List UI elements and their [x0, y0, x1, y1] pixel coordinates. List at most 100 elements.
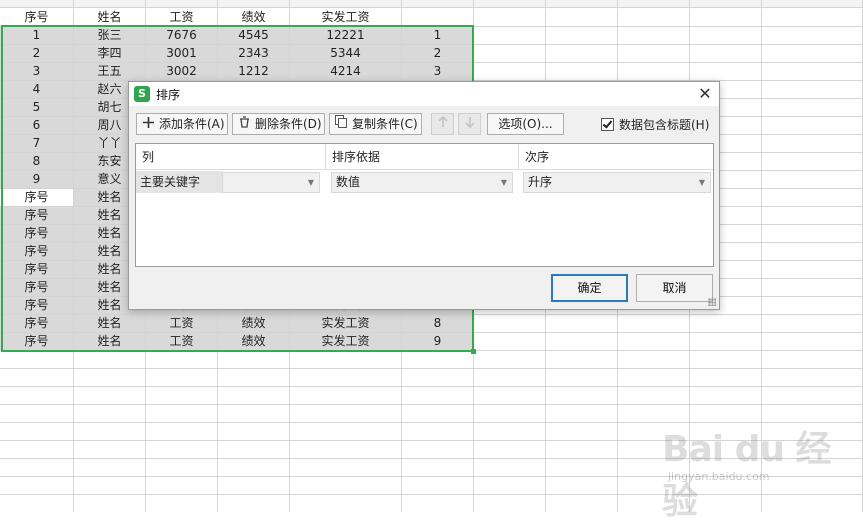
sheet-cell[interactable]: [618, 63, 690, 81]
column-header-strip[interactable]: [618, 0, 690, 8]
sheet-cell[interactable]: [474, 459, 546, 477]
ok-button[interactable]: 确定: [551, 274, 628, 302]
sheet-cell[interactable]: [546, 45, 618, 63]
sheet-cell[interactable]: 序号: [0, 189, 74, 207]
sheet-cell[interactable]: 3001: [146, 45, 218, 63]
sheet-cell[interactable]: [762, 297, 863, 315]
sheet-cell[interactable]: 序号: [0, 9, 74, 27]
sheet-cell[interactable]: [762, 405, 863, 423]
sheet-cell[interactable]: [0, 369, 74, 387]
column-header-strip[interactable]: [218, 0, 290, 8]
sheet-cell[interactable]: [218, 477, 290, 495]
sheet-cell[interactable]: [762, 189, 863, 207]
sheet-cell[interactable]: [762, 225, 863, 243]
sheet-cell[interactable]: [762, 243, 863, 261]
sheet-cell[interactable]: 工资: [146, 9, 218, 27]
header-checkbox-wrap[interactable]: 数据包含标题(H): [601, 116, 709, 133]
sheet-cell[interactable]: 2: [0, 45, 74, 63]
sheet-cell[interactable]: [690, 351, 762, 369]
sheet-cell[interactable]: 序号: [0, 243, 74, 261]
sheet-cell[interactable]: [690, 369, 762, 387]
sheet-cell[interactable]: [74, 351, 146, 369]
sheet-cell[interactable]: [218, 459, 290, 477]
sheet-cell[interactable]: [546, 477, 618, 495]
sheet-cell[interactable]: 6: [0, 117, 74, 135]
sheet-cell[interactable]: [218, 441, 290, 459]
sheet-cell[interactable]: [762, 153, 863, 171]
sheet-cell[interactable]: [762, 117, 863, 135]
sheet-cell[interactable]: [402, 495, 474, 512]
sheet-cell[interactable]: [618, 387, 690, 405]
sheet-cell[interactable]: [146, 459, 218, 477]
sheet-cell[interactable]: 4: [0, 81, 74, 99]
sheet-cell[interactable]: [690, 27, 762, 45]
sheet-cell[interactable]: [762, 171, 863, 189]
sheet-cell[interactable]: [690, 387, 762, 405]
sheet-cell[interactable]: [762, 477, 863, 495]
column-header-strip[interactable]: [474, 0, 546, 8]
sheet-cell[interactable]: 实发工资: [290, 333, 402, 351]
sheet-cell[interactable]: 序号: [0, 333, 74, 351]
sheet-cell[interactable]: 姓名: [74, 315, 146, 333]
sheet-cell[interactable]: [618, 369, 690, 387]
sheet-cell[interactable]: 7676: [146, 27, 218, 45]
sheet-cell[interactable]: [762, 315, 863, 333]
sheet-cell[interactable]: [474, 477, 546, 495]
sheet-cell[interactable]: [0, 495, 74, 512]
sheet-cell[interactable]: [546, 27, 618, 45]
sheet-cell[interactable]: [474, 9, 546, 27]
sheet-cell[interactable]: 序号: [0, 297, 74, 315]
sheet-cell[interactable]: [618, 315, 690, 333]
sheet-cell[interactable]: 7: [0, 135, 74, 153]
fill-handle[interactable]: [471, 349, 476, 354]
sheet-cell[interactable]: [618, 441, 690, 459]
sheet-cell[interactable]: 3: [0, 63, 74, 81]
sheet-cell[interactable]: [762, 459, 863, 477]
sheet-cell[interactable]: [690, 459, 762, 477]
sheet-cell[interactable]: [474, 27, 546, 45]
sheet-cell[interactable]: 序号: [0, 315, 74, 333]
sheet-cell[interactable]: 实发工资: [290, 9, 402, 27]
sheet-cell[interactable]: [146, 477, 218, 495]
sheet-cell[interactable]: 张三: [74, 27, 146, 45]
sheet-cell[interactable]: [690, 63, 762, 81]
sheet-cell[interactable]: [762, 135, 863, 153]
sheet-cell[interactable]: [0, 387, 74, 405]
sheet-cell[interactable]: [618, 351, 690, 369]
cancel-button[interactable]: 取消: [636, 274, 713, 302]
sheet-cell[interactable]: [146, 351, 218, 369]
sheet-cell[interactable]: 序号: [0, 279, 74, 297]
sheet-cell[interactable]: [690, 315, 762, 333]
column-header-strip[interactable]: [0, 0, 74, 8]
options-button[interactable]: 选项(O)...: [487, 113, 564, 135]
sheet-cell[interactable]: [218, 351, 290, 369]
sheet-cell[interactable]: [146, 423, 218, 441]
sheet-cell[interactable]: [546, 387, 618, 405]
sheet-cell[interactable]: [618, 495, 690, 512]
sheet-cell[interactable]: [402, 405, 474, 423]
sheet-cell[interactable]: [762, 261, 863, 279]
sheet-cell[interactable]: 绩效: [218, 9, 290, 27]
sheet-cell[interactable]: [474, 495, 546, 512]
sheet-cell[interactable]: 8: [0, 153, 74, 171]
sheet-cell[interactable]: 实发工资: [290, 315, 402, 333]
sheet-cell[interactable]: [618, 45, 690, 63]
sheet-cell[interactable]: [762, 81, 863, 99]
resize-grip[interactable]: [708, 298, 716, 306]
sheet-cell[interactable]: [762, 351, 863, 369]
sheet-cell[interactable]: [290, 495, 402, 512]
sheet-cell[interactable]: [218, 369, 290, 387]
sheet-cell[interactable]: [474, 423, 546, 441]
column-header-strip[interactable]: [290, 0, 402, 8]
sheet-cell[interactable]: [146, 369, 218, 387]
move-up-button[interactable]: [431, 113, 454, 135]
sheet-cell[interactable]: [74, 441, 146, 459]
sheet-cell[interactable]: [74, 387, 146, 405]
sheet-cell[interactable]: [546, 459, 618, 477]
sheet-cell[interactable]: [762, 279, 863, 297]
sheet-cell[interactable]: [402, 477, 474, 495]
sheet-cell[interactable]: [290, 477, 402, 495]
sheet-cell[interactable]: [474, 63, 546, 81]
move-down-button[interactable]: [458, 113, 481, 135]
sheet-cell[interactable]: [146, 387, 218, 405]
